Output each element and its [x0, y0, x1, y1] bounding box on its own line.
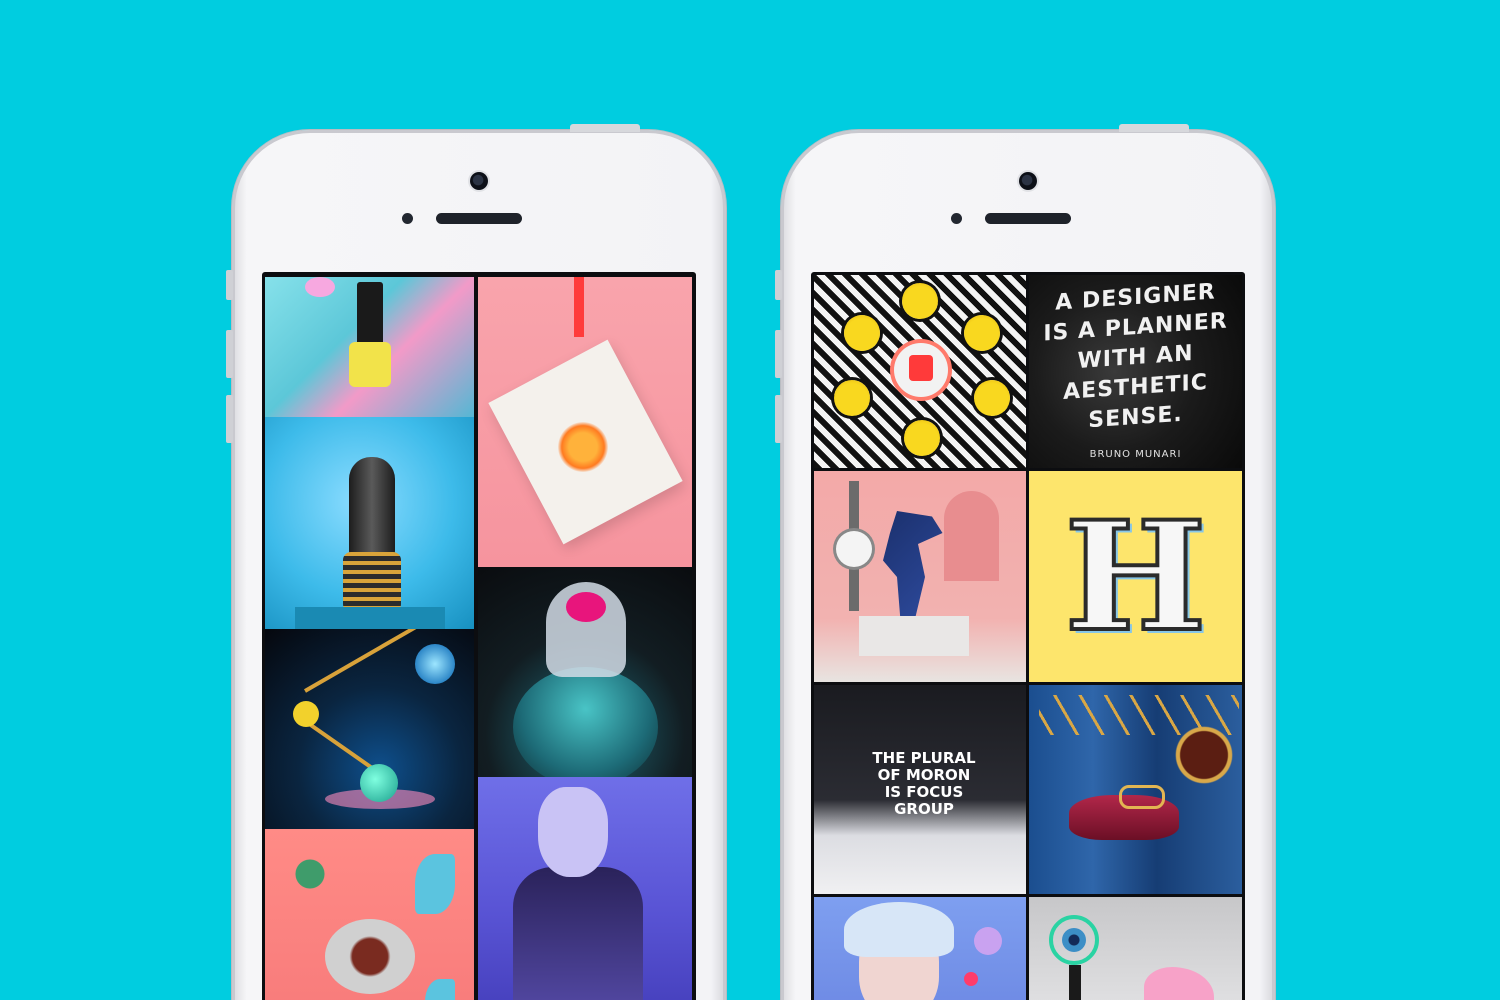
body-shape	[513, 867, 643, 1000]
quote-text: A DESIGNER IS A PLANNER WITH AN AESTHETI…	[1029, 275, 1242, 468]
plural-line: GROUP	[894, 800, 954, 818]
screen-left-feed	[262, 272, 696, 1000]
feed-tile-lamp[interactable]	[265, 629, 474, 829]
lamp-head-shape	[415, 644, 455, 684]
feather-shape	[415, 854, 455, 914]
feed-tile-typographic-card[interactable]	[478, 277, 692, 567]
flower-shape	[558, 422, 608, 472]
glasses-icon	[1119, 785, 1165, 809]
eye-icon	[1062, 928, 1086, 952]
power-button	[570, 124, 640, 132]
ring-shape	[325, 919, 415, 994]
feed-tile-hand-spring[interactable]	[265, 417, 474, 629]
feed-tile-nail-polish[interactable]	[265, 277, 474, 417]
plural-quote-text: THE PLURAL OF MORON IS FOCUS GROUP	[844, 750, 1004, 818]
mirror-shape	[1174, 725, 1234, 785]
grid-tile-designer-quote[interactable]: A DESIGNER IS A PLANNER WITH AN AESTHETI…	[1029, 275, 1242, 468]
front-camera-icon	[470, 172, 488, 190]
emoji-icon	[964, 315, 1000, 351]
grid-tile-dinosaur-watch[interactable]	[814, 471, 1026, 682]
succulent-shape	[285, 849, 335, 899]
grid-tile-emoji-plates[interactable]	[814, 275, 1026, 468]
pillar-shape	[1069, 965, 1081, 1000]
proximity-sensor-icon	[402, 213, 413, 224]
power-button	[1119, 124, 1189, 132]
basketball-shape	[513, 667, 658, 777]
lamp-bulb-shape	[293, 701, 319, 727]
earpiece-speaker-icon	[436, 213, 522, 224]
bubble-shape	[964, 972, 978, 986]
watch-face-icon	[836, 531, 872, 567]
volume-up-button	[226, 330, 233, 378]
head-shape	[538, 787, 608, 877]
front-camera-icon	[1019, 172, 1037, 190]
phone-left	[226, 124, 726, 1000]
glow-disc-shape	[305, 277, 335, 297]
emoji-icon	[904, 420, 940, 456]
feather-shape	[425, 979, 455, 1000]
hair-shape	[844, 902, 954, 957]
lamp-ball-shape	[360, 764, 398, 802]
plural-line: THE PLURAL	[872, 749, 976, 767]
grid-tile-focus-group-quote[interactable]: THE PLURAL OF MORON IS FOCUS GROUP	[814, 685, 1026, 894]
volume-down-button	[775, 395, 782, 443]
grid-tile-cushion-glasses[interactable]	[1029, 685, 1242, 894]
emoji-icon	[834, 380, 870, 416]
emoji-icon	[974, 380, 1010, 416]
hand-shape	[349, 457, 395, 557]
mute-switch	[775, 270, 782, 300]
quote-author: BRUNO MUNARI	[1089, 449, 1182, 460]
arch-shape	[944, 491, 999, 581]
plinth-shape	[859, 616, 969, 656]
grid-tile-portrait-blue-hair[interactable]	[814, 897, 1026, 1000]
stick-shape	[574, 277, 584, 337]
grid-tile-eye-sculpture[interactable]	[1029, 897, 1242, 1000]
letter-glyph: H	[1063, 487, 1209, 667]
stage: A DESIGNER IS A PLANNER WITH AN AESTHETI…	[0, 0, 1500, 1000]
plural-line: IS FOCUS	[884, 783, 964, 801]
feed-tile-portrait[interactable]	[478, 777, 692, 1000]
screen-right-grid: A DESIGNER IS A PLANNER WITH AN AESTHETI…	[811, 272, 1245, 1000]
feed-tile-jar-ball[interactable]	[478, 567, 692, 777]
phone-right: A DESIGNER IS A PLANNER WITH AN AESTHETI…	[775, 124, 1275, 1000]
proximity-sensor-icon	[951, 213, 962, 224]
pink-object-shape	[1144, 967, 1214, 1000]
feed-tile-sculpture[interactable]	[265, 829, 474, 1000]
mute-switch	[226, 270, 233, 300]
grid-tile-letter-h[interactable]: H	[1029, 471, 1242, 682]
earpiece-speaker-icon	[985, 213, 1071, 224]
dinosaur-shape	[883, 511, 943, 621]
plural-line: OF MORON	[877, 766, 971, 784]
thumbs-up-icon	[909, 355, 933, 381]
spring-shape	[343, 552, 401, 612]
lamp-arm-shape	[304, 629, 419, 693]
bottle-body-shape	[349, 342, 391, 387]
volume-up-button	[775, 330, 782, 378]
bubble-shape	[974, 927, 1002, 955]
jar-label-shape	[566, 592, 606, 622]
emoji-icon	[844, 315, 880, 351]
emoji-icon	[902, 283, 938, 319]
volume-down-button	[226, 395, 233, 443]
platform-shape	[295, 607, 445, 629]
